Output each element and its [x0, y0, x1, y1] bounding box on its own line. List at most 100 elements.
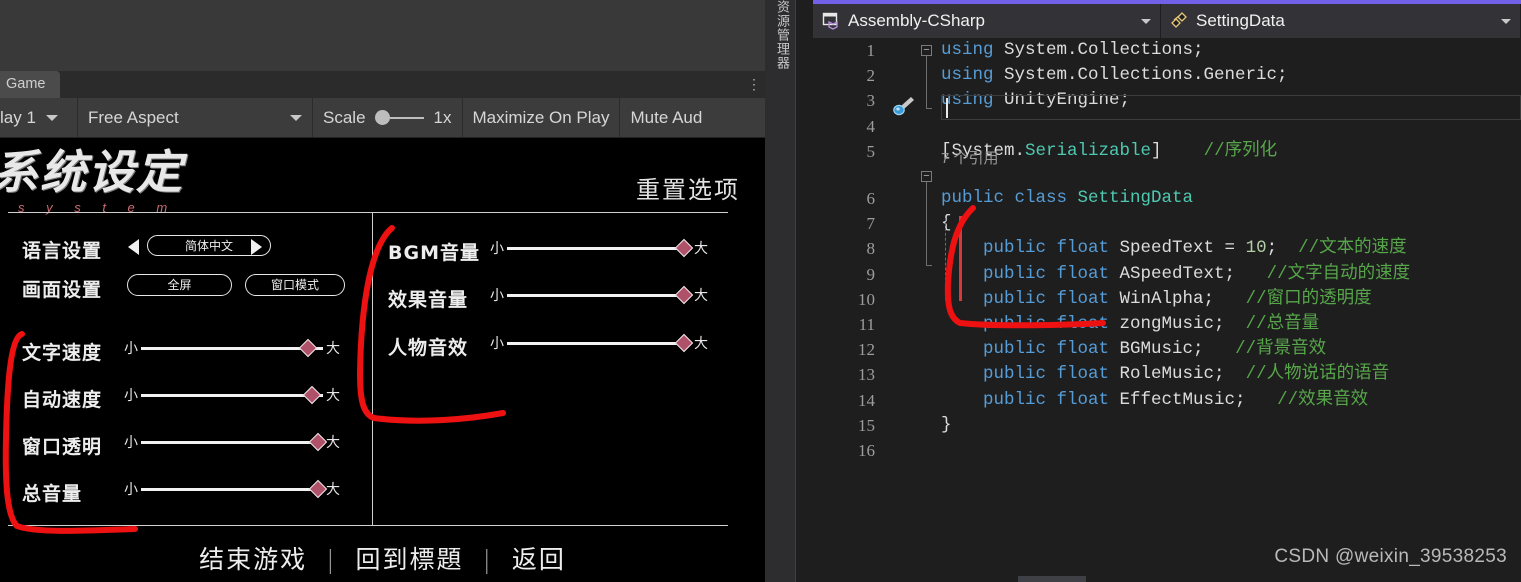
slider-track[interactable] — [507, 238, 693, 258]
language-value: 简体中文 — [184, 239, 233, 253]
codelens-reference-count[interactable]: 7 个引用 — [941, 148, 999, 170]
code-line[interactable]: 7{ — [813, 211, 1521, 236]
slider-thumb[interactable] — [308, 432, 327, 452]
tab-game[interactable]: Game — [0, 71, 60, 98]
settings-title-main: 系统设定 — [0, 145, 184, 199]
code-token: System.Collections.Generic; — [1004, 65, 1288, 86]
fold-toggle-usings[interactable]: − — [921, 45, 932, 56]
code-token: zongMusic; — [1119, 314, 1246, 334]
solution-explorer-side-tab[interactable]: 资源管理器 — [765, 0, 796, 582]
code-line[interactable]: 11 public float zongMusic; //总音量 — [813, 312, 1521, 337]
slider-track[interactable] — [141, 432, 327, 452]
slider-min-label: 小 — [124, 341, 138, 357]
type-dropdown-label: SettingData — [1196, 11, 1285, 30]
more-options-icon[interactable]: ⋮ — [747, 76, 762, 93]
code-line[interactable]: 12 public float BGMusic; //背景音效 — [813, 337, 1521, 362]
slider-bgm-volume[interactable]: 小 大 — [490, 238, 708, 258]
mute-audio-toggle[interactable]: Mute Aud — [620, 98, 712, 137]
code-line[interactable]: 14 public float EffectMusic; //效果音效 — [813, 388, 1521, 413]
vs-code-editor[interactable]: 1 using System.Collections; 2 using System.… — [813, 38, 1521, 582]
slider-thumb[interactable] — [674, 333, 693, 353]
code-line[interactable]: 2 using System.Collections.Generic; — [813, 63, 1521, 88]
scale-slider-track[interactable] — [389, 116, 424, 119]
slider-thumb[interactable] — [302, 385, 322, 405]
code-line[interactable]: 15} — [813, 413, 1521, 438]
option-label-effect-volume: 效果音量 — [388, 289, 469, 311]
text-caret — [946, 98, 948, 118]
code-token: //人物说话的语音 — [1245, 364, 1390, 385]
footer-back-to-title[interactable]: 回到標題 — [355, 545, 463, 574]
slider-min-label: 小 — [124, 435, 138, 451]
slider-text-speed[interactable]: 小 大 — [124, 338, 340, 358]
code-token: //总音量 — [1245, 314, 1320, 334]
slider-track[interactable] — [141, 479, 327, 499]
unity-editor-panel: Game ⋮ lay 1 Free Aspect Scale 1x Maximi… — [0, 0, 765, 582]
line-number: 16 — [858, 441, 875, 460]
line-number: 6 — [866, 189, 876, 208]
slider-max-label: 大 — [326, 341, 340, 357]
slider-effect-volume[interactable]: 小 大 — [490, 285, 708, 305]
display-button-windowed[interactable]: 窗口模式 — [245, 274, 345, 296]
scale-slider-group[interactable]: Scale 1x — [313, 98, 463, 137]
option-label-language: 语言设置 — [22, 240, 103, 262]
chevron-down-icon — [290, 114, 302, 121]
display-button-fullscreen[interactable]: 全屏 — [127, 274, 232, 296]
slider-auto-speed[interactable]: 小 大 — [124, 385, 340, 405]
line-number: 1 — [866, 41, 876, 60]
unity-tab-strip: Game ⋮ — [0, 71, 765, 98]
indent-guide — [945, 218, 946, 300]
slider-window-alpha[interactable]: 小 大 — [124, 432, 340, 452]
line-number: 13 — [858, 365, 875, 385]
slider-role-voice[interactable]: 小 大 — [490, 333, 708, 353]
slider-thumb[interactable] — [674, 238, 693, 258]
line-number: 5 — [866, 141, 876, 161]
slider-track[interactable] — [141, 338, 323, 358]
code-token: System.Collections; — [1004, 40, 1204, 60]
code-token: ASpeedText; — [1119, 263, 1267, 284]
vs-bottom-tab-handle[interactable] — [1018, 576, 1086, 582]
code-line[interactable]: 6 public class SettingData — [813, 186, 1521, 211]
scale-slider-knob[interactable] — [374, 110, 390, 125]
code-line-text: using System.Collections.Generic; — [941, 63, 1288, 88]
slider-thumb[interactable] — [308, 479, 327, 499]
language-next-arrow[interactable] — [251, 239, 262, 255]
code-line-text: public float BGMusic; //背景音效 — [941, 337, 1326, 362]
code-line[interactable]: 16 — [813, 438, 1521, 463]
display-dropdown[interactable]: lay 1 — [0, 98, 78, 137]
code-line-text: public class SettingData — [941, 186, 1193, 211]
current-line-highlight — [941, 95, 1521, 120]
slider-track[interactable] — [507, 285, 693, 305]
code-line[interactable]: 10 public float WinAlpha; //窗口的透明度 — [813, 287, 1521, 312]
code-token: //文本的速度 — [1298, 238, 1407, 259]
maximize-on-play-toggle[interactable]: Maximize On Play — [463, 98, 621, 137]
slider-track[interactable] — [141, 385, 323, 405]
code-line[interactable]: 5 [System.Serializable] //序列化 — [813, 139, 1521, 164]
code-line-text: public float RoleMusic; //人物说话的语音 — [941, 362, 1389, 387]
code-line[interactable]: 1 using System.Collections; — [813, 38, 1521, 63]
slider-master-volume[interactable]: 小 大 — [124, 479, 340, 499]
code-line[interactable]: 8 public float SpeedText = 10; //文本的速度 — [813, 236, 1521, 261]
project-dropdown[interactable]: Assembly-CSharp — [813, 4, 1161, 38]
code-token: public float — [941, 288, 1120, 309]
language-prev-arrow[interactable] — [128, 239, 139, 255]
code-line-text: public float zongMusic; //总音量 — [941, 312, 1319, 337]
code-token: //序列化 — [1203, 140, 1278, 161]
footer-separator: | — [326, 545, 337, 574]
code-token: ] — [1151, 140, 1204, 161]
slider-track[interactable] — [507, 333, 693, 353]
slider-min-label: 小 — [490, 288, 504, 304]
fold-toggle-class[interactable]: − — [921, 171, 932, 182]
line-number: 15 — [858, 415, 875, 435]
quick-actions-screwdriver-icon[interactable] — [891, 94, 917, 123]
slider-max-label: 大 — [694, 336, 708, 352]
reset-options-button[interactable]: 重置选项 — [636, 170, 740, 205]
footer-return[interactable]: 返回 — [512, 545, 566, 574]
solution-explorer-side-tab-label: 资源管理器 — [775, 0, 790, 70]
footer-quit-game[interactable]: 结束游戏 — [199, 545, 307, 574]
slider-thumb[interactable] — [674, 285, 693, 305]
aspect-dropdown[interactable]: Free Aspect — [78, 98, 313, 137]
type-dropdown[interactable]: SettingData — [1161, 4, 1521, 38]
slider-thumb[interactable] — [299, 338, 318, 358]
code-line[interactable]: 13 public float RoleMusic; //人物说话的语音 — [813, 362, 1521, 387]
code-line[interactable]: 9 public float ASpeedText; //文字自动的速度 — [813, 262, 1521, 287]
